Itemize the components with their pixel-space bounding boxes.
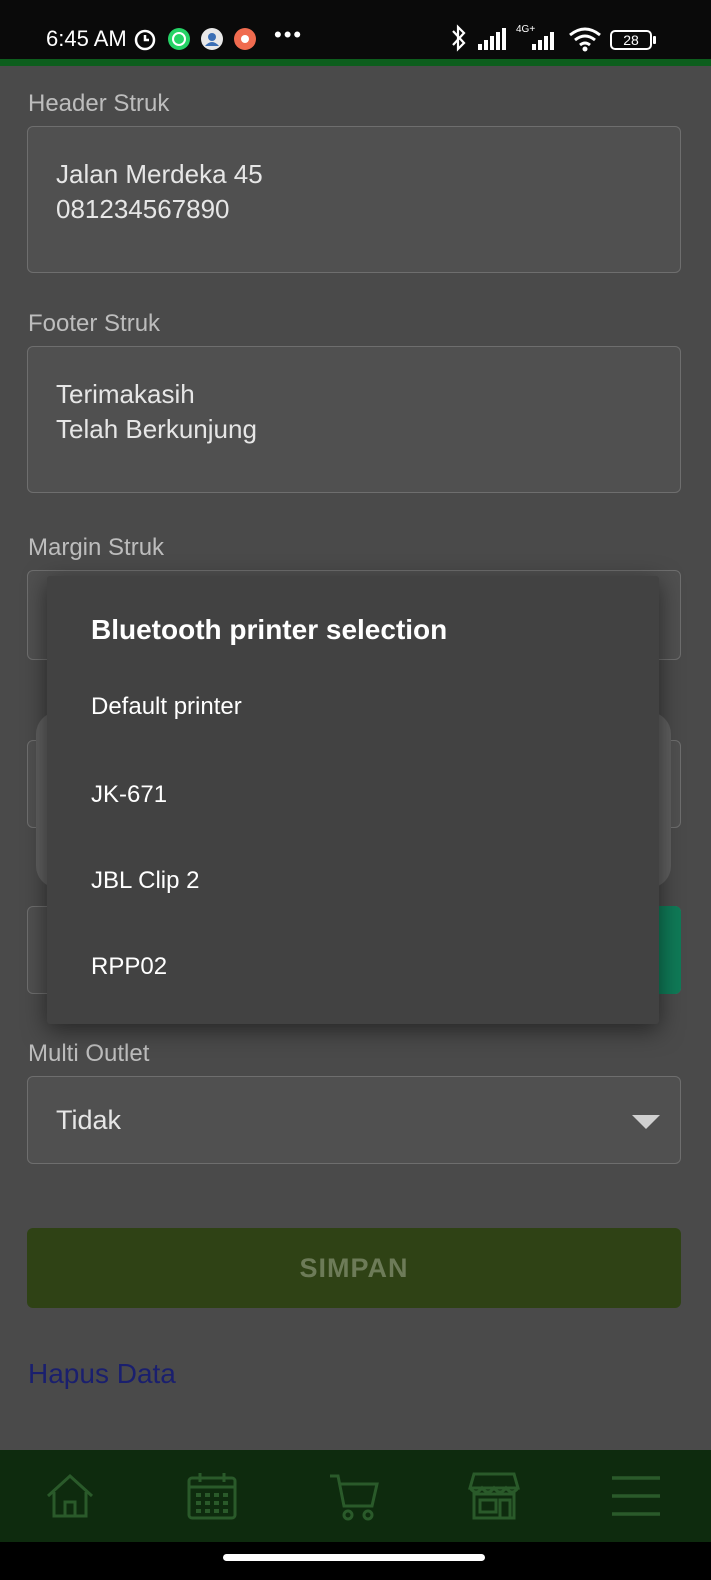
gesture-bar xyxy=(0,1542,711,1580)
dialog-title: Bluetooth printer selection xyxy=(91,614,448,645)
header-accent xyxy=(0,59,711,66)
footer-struk-label: Footer Struk xyxy=(28,310,161,337)
printer-option-label: RPP02 xyxy=(91,953,168,980)
dropdown-caret-icon xyxy=(632,1115,660,1129)
margin-struk-label: Margin Struk xyxy=(28,534,165,561)
printer-selection-dialog: Bluetooth printer selection Default prin… xyxy=(47,576,659,1024)
status-bar: 6:45 AM ••• 4G+ 28 xyxy=(0,0,711,66)
printer-option-label: Default printer xyxy=(91,693,242,720)
bluetooth-icon xyxy=(452,24,466,52)
multi-outlet-label: Multi Outlet xyxy=(28,1040,150,1067)
signal-icon-2 xyxy=(532,32,554,50)
menu-icon[interactable] xyxy=(610,1470,662,1522)
multi-outlet-value: Tidak xyxy=(56,1105,122,1135)
contacts-icon xyxy=(201,28,223,50)
save-button[interactable]: SIMPAN xyxy=(27,1228,681,1308)
footer-struk-value: Terimakasih Telah Berkunjung xyxy=(56,379,257,444)
battery-level: 28 xyxy=(623,32,639,48)
home-gesture-handle[interactable] xyxy=(223,1554,485,1561)
whatsapp-icon xyxy=(168,28,190,50)
battery-icon: 28 xyxy=(610,30,652,50)
signal-icon xyxy=(478,28,506,50)
cart-icon[interactable] xyxy=(328,1470,380,1522)
footer-struk-field[interactable]: Terimakasih Telah Berkunjung xyxy=(27,346,681,493)
notification-app-icon xyxy=(234,28,256,50)
header-struk-label: Header Struk xyxy=(28,90,170,117)
delete-data-link[interactable]: Hapus Data xyxy=(28,1358,176,1390)
header-struk-value: Jalan Merdeka 45 081234567890 xyxy=(56,159,263,224)
alarm-icon xyxy=(134,29,156,51)
wifi-icon xyxy=(569,27,601,52)
store-icon[interactable] xyxy=(468,1470,520,1522)
printer-option-jk-671[interactable]: JK-671 xyxy=(47,752,659,838)
calendar-icon[interactable] xyxy=(186,1470,238,1522)
more-notifications-icon: ••• xyxy=(274,22,304,47)
battery-tip xyxy=(653,36,656,44)
bottom-nav xyxy=(0,1450,711,1542)
header-struk-field[interactable]: Jalan Merdeka 45 081234567890 xyxy=(27,126,681,273)
printer-option-label: JK-671 xyxy=(91,781,168,808)
printer-option-default[interactable]: Default printer xyxy=(47,664,659,750)
printer-option-jbl-clip-2[interactable]: JBL Clip 2 xyxy=(47,838,659,924)
printer-option-rpp02[interactable]: RPP02 xyxy=(47,924,659,1010)
status-time: 6:45 AM xyxy=(46,26,127,51)
home-icon[interactable] xyxy=(44,1470,96,1522)
printer-option-label: JBL Clip 2 xyxy=(91,867,200,894)
multi-outlet-select[interactable]: Tidak xyxy=(27,1076,681,1164)
